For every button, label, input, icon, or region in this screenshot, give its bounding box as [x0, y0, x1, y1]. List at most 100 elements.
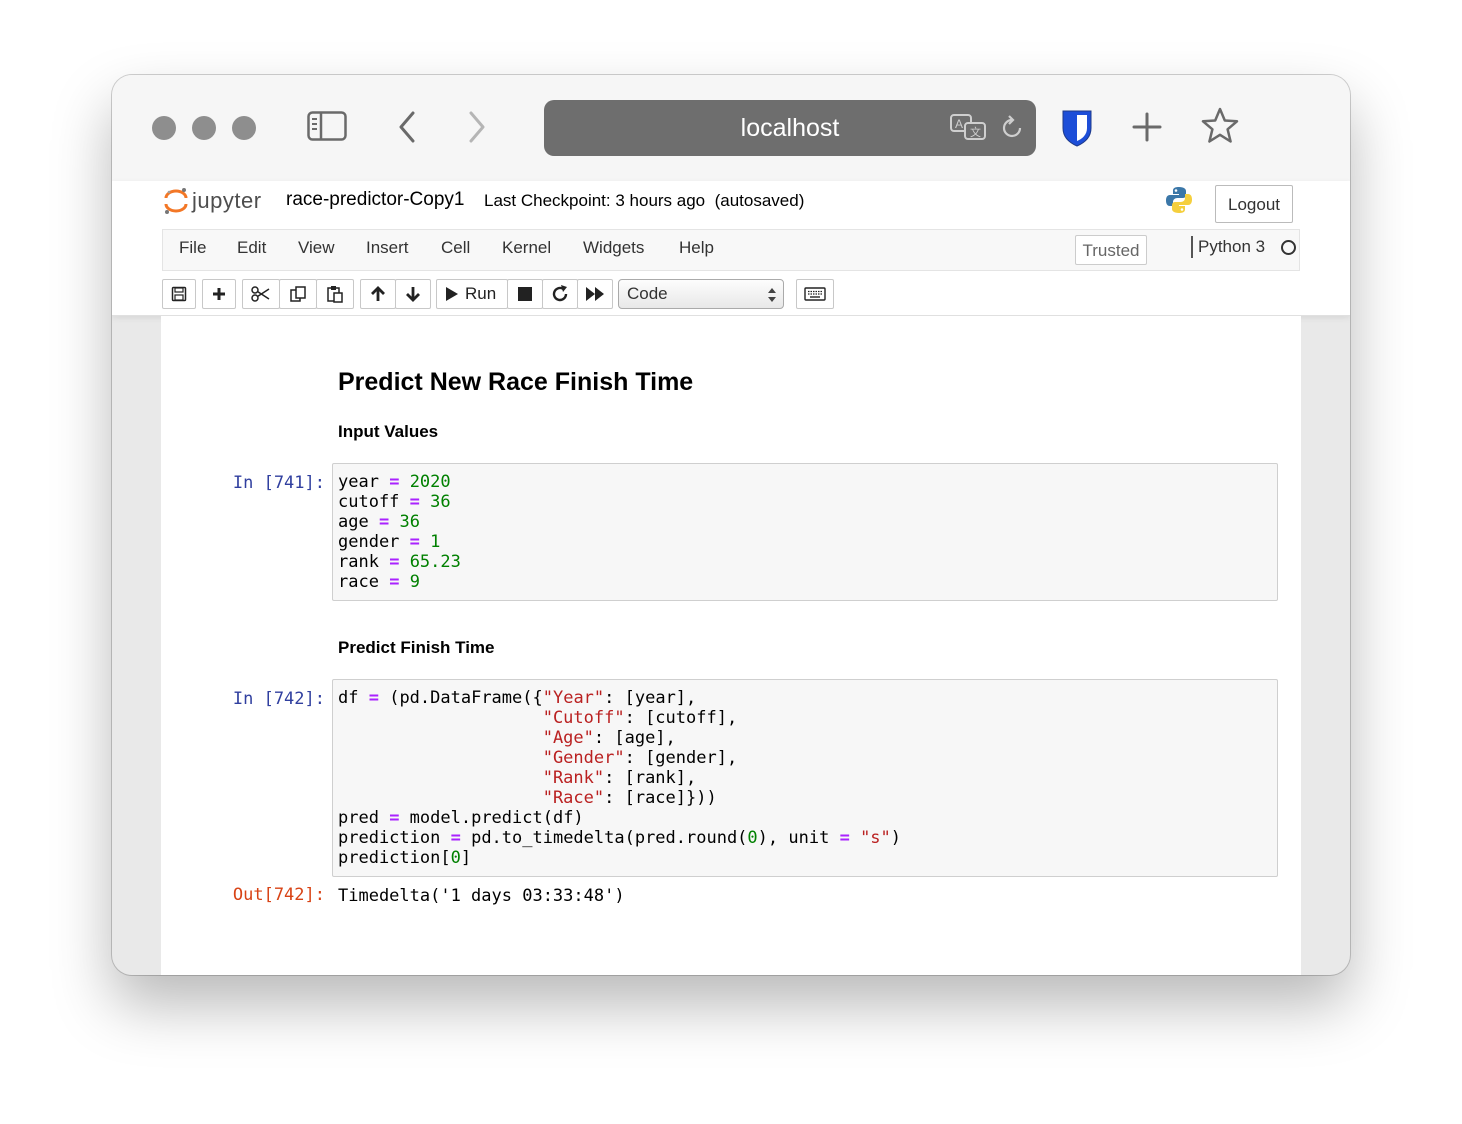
code-token: : [age],: [593, 728, 676, 748]
code-token: =: [389, 808, 400, 828]
stop-icon: [518, 287, 532, 301]
bookmark-star-icon[interactable]: [1200, 106, 1240, 146]
code-token: ]: [460, 848, 472, 868]
code-line: df = (pd.DataFrame({"Year": [year],: [338, 688, 696, 708]
menu-file[interactable]: File: [179, 230, 206, 270]
paste-cell-button[interactable]: [316, 279, 354, 309]
copy-icon: [290, 286, 306, 302]
interrupt-kernel-button[interactable]: [507, 279, 543, 309]
python-logo-icon: [1164, 185, 1194, 215]
restart-run-all-button[interactable]: [577, 279, 613, 309]
arrow-up-icon: [371, 286, 385, 301]
jupyter-logo[interactable]: jupyter: [164, 187, 262, 215]
restart-kernel-button[interactable]: [542, 279, 578, 309]
menu-help[interactable]: Help: [679, 230, 714, 270]
code-token: : [year],: [604, 688, 697, 708]
save-button[interactable]: [162, 279, 196, 309]
code-cell-1-source[interactable]: year = 2020 cutoff = 36 age = 36 gender …: [338, 472, 461, 592]
code-line: cutoff = 36: [338, 492, 451, 512]
cut-cell-button[interactable]: [242, 279, 280, 309]
menu-edit[interactable]: Edit: [237, 230, 266, 270]
move-cell-up-button[interactable]: [360, 279, 396, 309]
plus-icon: [213, 288, 225, 300]
code-line: race = 9: [338, 572, 420, 592]
code-token: 65.23: [409, 552, 461, 572]
logout-button[interactable]: Logout: [1215, 185, 1293, 223]
new-tab-icon[interactable]: [1130, 110, 1164, 144]
cell-type-value: Code: [627, 284, 668, 303]
code-token: model.predict(df): [399, 808, 584, 828]
command-palette-button[interactable]: [796, 279, 834, 309]
scissors-icon: [251, 286, 270, 302]
zoom-window-button[interactable]: [232, 116, 256, 140]
code-cell-1[interactable]: year = 2020 cutoff = 36 age = 36 gender …: [332, 463, 1278, 601]
code-token: =: [839, 828, 850, 848]
code-token: cutoff: [338, 492, 410, 512]
play-icon: [446, 287, 458, 301]
svg-text:文: 文: [970, 125, 981, 139]
code-line: "Cutoff": [cutoff],: [338, 708, 737, 728]
copy-cell-button[interactable]: [279, 279, 317, 309]
trusted-indicator[interactable]: Trusted: [1075, 235, 1147, 265]
code-token: 36: [430, 492, 451, 512]
code-token: "Year": [542, 688, 605, 708]
cell-type-select[interactable]: Code: [618, 279, 784, 309]
menu-kernel[interactable]: Kernel: [502, 230, 551, 270]
code-token: pred: [338, 808, 390, 828]
paste-icon: [327, 286, 343, 303]
code-token: gender: [338, 532, 410, 552]
code-token: =: [450, 828, 461, 848]
menu-view[interactable]: View: [298, 230, 335, 270]
close-window-button[interactable]: [152, 116, 176, 140]
code-token: 36: [399, 512, 420, 532]
floppy-disk-icon: [171, 286, 187, 302]
code-line: gender = 1: [338, 532, 440, 552]
browser-window: localhost A文 jupyter race-predictor-Copy…: [112, 75, 1350, 975]
address-bar[interactable]: localhost A文: [544, 100, 1036, 156]
notebook-name[interactable]: race-predictor-Copy1: [286, 189, 464, 211]
sidebar-icon[interactable]: [306, 109, 348, 143]
arrow-down-icon: [406, 287, 420, 302]
code-token: "Gender": [542, 748, 625, 768]
cell-2-input-prompt: In [742]:: [232, 689, 325, 709]
checkpoint-text: Last Checkpoint: 3 hours ago: [484, 191, 706, 210]
code-cell-2-source[interactable]: df = (pd.DataFrame({"Year": [year], "Cut…: [338, 688, 901, 868]
jupyter-logo-icon: [164, 188, 188, 214]
run-cell-button[interactable]: Run: [436, 279, 508, 309]
translate-icon[interactable]: A文: [948, 112, 988, 144]
code-token: 0: [450, 848, 461, 868]
code-token: (pd.DataFrame({: [378, 688, 543, 708]
code-token: ), unit: [757, 828, 840, 848]
bitwarden-shield-icon[interactable]: [1058, 108, 1096, 148]
kernel-name[interactable]: Python 3: [1191, 236, 1265, 258]
code-token: pd.to_timedelta(pred.round(: [460, 828, 748, 848]
minimize-window-button[interactable]: [192, 116, 216, 140]
select-arrows-icon: [768, 288, 776, 302]
code-token: prediction: [338, 828, 451, 848]
code-cell-2[interactable]: df = (pd.DataFrame({"Year": [year], "Cut…: [332, 679, 1278, 877]
code-token: "Rank": [542, 768, 605, 788]
reload-icon[interactable]: [998, 114, 1026, 142]
input-values-heading: Input Values: [338, 422, 439, 441]
autosave-status: (autosaved): [714, 191, 805, 210]
move-cell-down-button[interactable]: [395, 279, 431, 309]
menu-insert[interactable]: Insert: [366, 230, 409, 270]
code-token: race: [338, 572, 390, 592]
back-icon[interactable]: [392, 109, 422, 145]
code-token: : [cutoff],: [624, 708, 738, 728]
insert-cell-button[interactable]: [202, 279, 236, 309]
cell-1-input-prompt: In [741]:: [232, 473, 325, 493]
menu-widgets[interactable]: Widgets: [583, 230, 644, 270]
restart-icon: [552, 285, 568, 302]
kernel-idle-indicator-icon: [1281, 240, 1296, 255]
code-line: pred = model.predict(df): [338, 808, 584, 828]
jupyter-logo-text: jupyter: [192, 188, 262, 213]
forward-icon[interactable]: [462, 109, 492, 145]
menu-cell[interactable]: Cell: [441, 230, 470, 270]
jupyter-header: jupyter race-predictor-Copy1 Last Checkp…: [112, 181, 1350, 316]
code-token: =: [409, 492, 420, 512]
